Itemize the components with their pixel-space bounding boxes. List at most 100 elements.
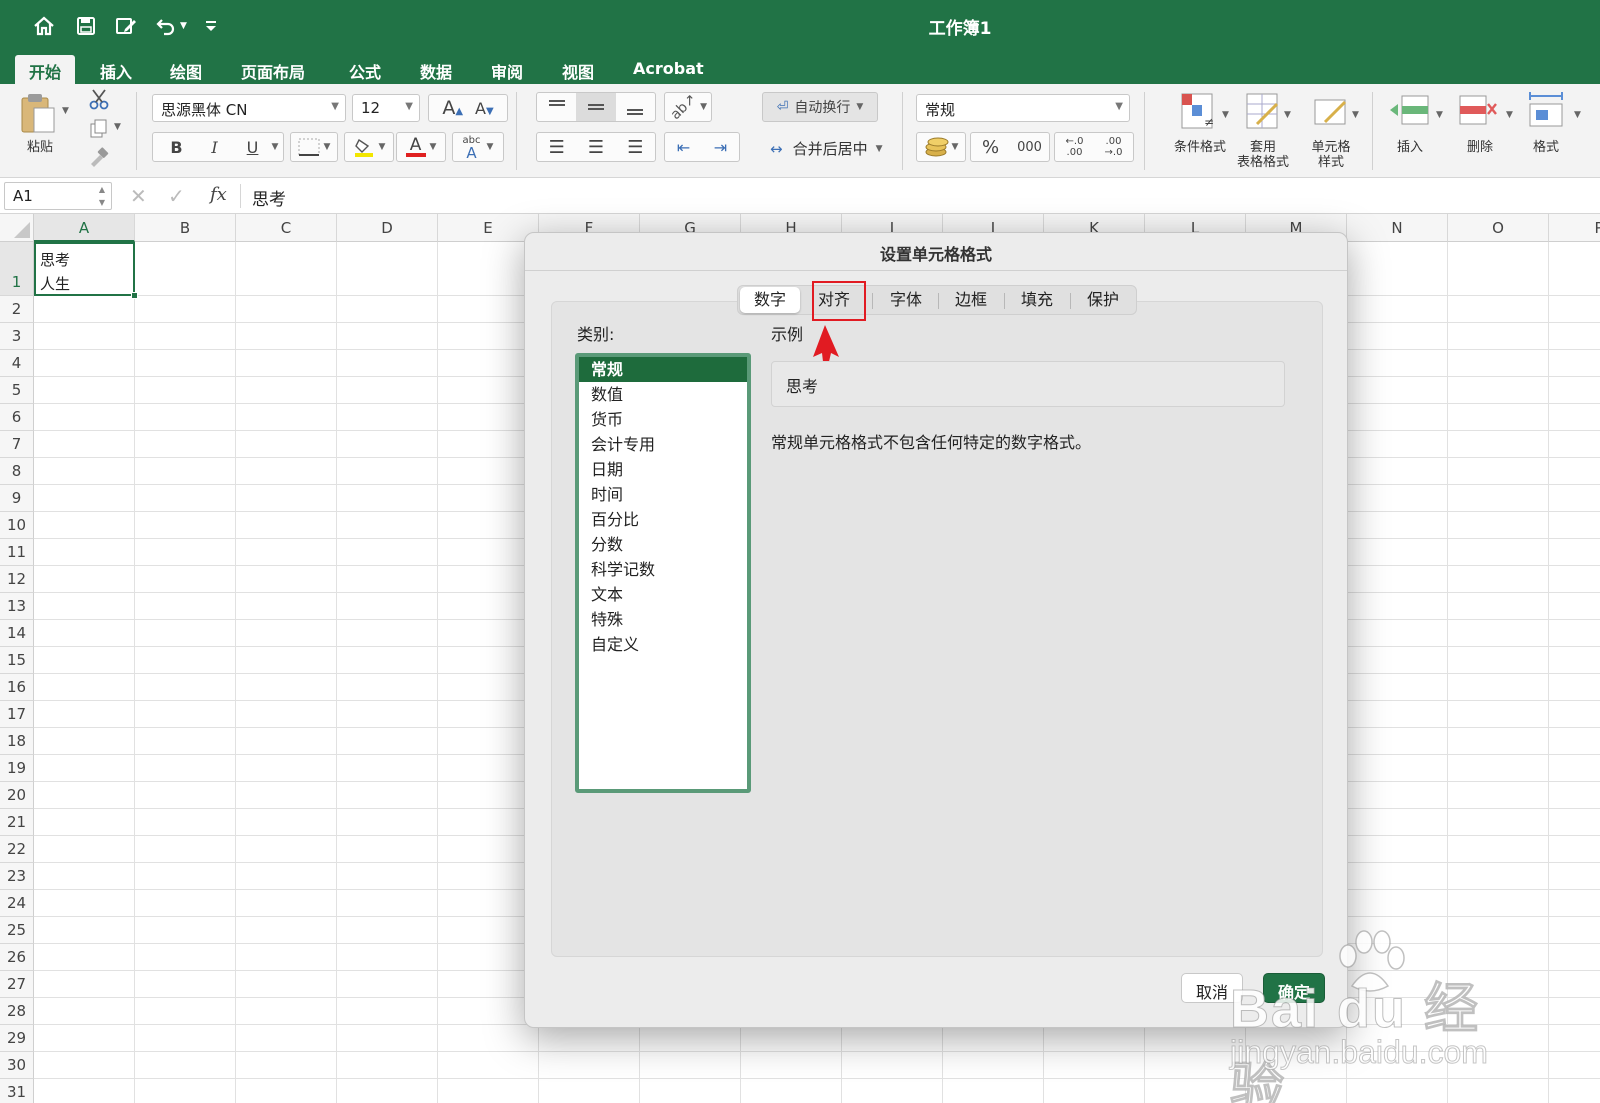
align-middle-button[interactable] (576, 93, 616, 121)
copy-dropdown-icon[interactable]: ▼ (114, 122, 121, 132)
row-header-30[interactable]: 30 (0, 1052, 34, 1079)
font-size-select[interactable]: 12 ▼ (352, 94, 420, 122)
tab-insert[interactable]: 插入 (86, 55, 146, 84)
cut-icon[interactable] (88, 88, 110, 110)
category-item-custom[interactable]: 自定义 (579, 632, 747, 657)
stepper-icon[interactable]: ▲ ▼ (99, 183, 105, 209)
cell-styles-button[interactable]: ▼ 单元格 样式 (1296, 90, 1366, 174)
font-color-button[interactable]: A ▼ (396, 132, 446, 162)
enter-icon[interactable]: ✓ (168, 184, 185, 208)
column-header-a[interactable]: A (34, 214, 135, 242)
tab-acrobat[interactable]: Acrobat (619, 55, 718, 84)
row-header-13[interactable]: 13 (0, 593, 34, 620)
underline-button[interactable]: U (234, 138, 272, 157)
italic-button[interactable]: I (196, 138, 234, 157)
shrink-font-button[interactable]: A▼ (475, 99, 494, 118)
category-item-text[interactable]: 文本 (579, 582, 747, 607)
row-header-2[interactable]: 2 (0, 296, 34, 323)
tab-protection[interactable]: 保护 (1070, 287, 1136, 313)
formula-input[interactable]: 思考 (252, 185, 286, 210)
fill-handle[interactable] (131, 292, 138, 299)
row-header-20[interactable]: 20 (0, 782, 34, 809)
name-box[interactable]: A1 ▲ ▼ (4, 182, 112, 210)
fill-color-button[interactable]: ▼ (344, 132, 394, 162)
column-header-c[interactable]: C (236, 214, 337, 242)
row-header-10[interactable]: 10 (0, 512, 34, 539)
tab-page-layout[interactable]: 页面布局 (227, 55, 319, 84)
category-item-currency[interactable]: 货币 (579, 407, 747, 432)
category-list[interactable]: 常规 数值 货币 会计专用 日期 时间 百分比 分数 科学记数 文本 特殊 自定… (575, 353, 751, 793)
category-item-general[interactable]: 常规 (579, 357, 747, 382)
row-header-8[interactable]: 8 (0, 458, 34, 485)
row-header-6[interactable]: 6 (0, 404, 34, 431)
row-header-1[interactable]: 1 (0, 242, 34, 296)
row-header-25[interactable]: 25 (0, 917, 34, 944)
category-item-scientific[interactable]: 科学记数 (579, 557, 747, 582)
category-item-number[interactable]: 数值 (579, 382, 747, 407)
font-name-select[interactable]: 思源黑体 CN ▼ (152, 94, 346, 122)
accounting-format-button[interactable]: ▼ (916, 132, 966, 162)
delete-cells-button[interactable]: ▼ 删除 (1448, 90, 1518, 174)
orientation-button[interactable]: ab↗ ▼ (664, 91, 712, 123)
align-right-button[interactable]: ☰ (616, 137, 655, 158)
cell-a1[interactable]: 思考 人生 (34, 242, 138, 299)
paste-dropdown-icon[interactable]: ▼ (62, 106, 69, 116)
row-header-7[interactable]: 7 (0, 431, 34, 458)
tab-review[interactable]: 审阅 (477, 55, 537, 84)
percent-button[interactable]: % (971, 137, 1010, 158)
row-header-12[interactable]: 12 (0, 566, 34, 593)
borders-button[interactable]: ▼ (290, 132, 338, 162)
tab-fill[interactable]: 填充 (1004, 287, 1070, 313)
column-header-o[interactable]: O (1448, 214, 1549, 242)
decrease-decimal-button[interactable]: .00 →.0 (1094, 136, 1133, 158)
insert-function-icon[interactable]: fx (210, 184, 227, 205)
row-header-16[interactable]: 16 (0, 674, 34, 701)
row-header-22[interactable]: 22 (0, 836, 34, 863)
tab-data[interactable]: 数据 (406, 55, 466, 84)
tab-number[interactable]: 数字 (740, 287, 800, 313)
row-header-5[interactable]: 5 (0, 377, 34, 404)
increase-indent-button[interactable]: ⇥ (702, 138, 739, 157)
row-header-29[interactable]: 29 (0, 1025, 34, 1052)
tab-home[interactable]: 开始 (15, 55, 76, 84)
thousands-button[interactable]: 000 (1010, 140, 1049, 155)
select-all-corner[interactable] (0, 214, 34, 242)
phonetic-button[interactable]: abc A ▼ (452, 132, 504, 162)
category-item-fraction[interactable]: 分数 (579, 532, 747, 557)
tab-formulas[interactable]: 公式 (335, 55, 395, 84)
row-header-19[interactable]: 19 (0, 755, 34, 782)
row-header-18[interactable]: 18 (0, 728, 34, 755)
tab-draw[interactable]: 绘图 (156, 55, 216, 84)
tab-view[interactable]: 视图 (548, 55, 608, 84)
align-center-button[interactable]: ☰ (576, 137, 615, 158)
format-painter-icon[interactable] (88, 146, 110, 168)
category-item-percentage[interactable]: 百分比 (579, 507, 747, 532)
tab-border[interactable]: 边框 (938, 287, 1004, 313)
insert-cells-button[interactable]: ▼ 插入 (1380, 90, 1450, 174)
column-header-n[interactable]: N (1347, 214, 1448, 242)
category-item-time[interactable]: 时间 (579, 482, 747, 507)
wrap-text-button[interactable]: ⏎ 自动换行 ▼ (762, 92, 878, 122)
column-header-p[interactable]: P (1549, 214, 1600, 242)
number-format-select[interactable]: 常规 ▼ (916, 94, 1130, 122)
format-cells-button[interactable]: ▼ 格式 (1518, 90, 1588, 174)
row-header-27[interactable]: 27 (0, 971, 34, 998)
tab-font[interactable]: 字体 (874, 287, 938, 313)
decrease-indent-button[interactable]: ⇤ (665, 138, 702, 157)
increase-decimal-button[interactable]: ←.0 .00 (1055, 136, 1094, 158)
row-header-21[interactable]: 21 (0, 809, 34, 836)
cancel-icon[interactable]: ✕ (130, 184, 147, 208)
copy-icon[interactable] (88, 118, 110, 140)
format-as-table-button[interactable]: ▼ 套用 表格格式 (1228, 90, 1298, 174)
row-header-28[interactable]: 28 (0, 998, 34, 1025)
column-header-d[interactable]: D (337, 214, 438, 242)
row-header-15[interactable]: 15 (0, 647, 34, 674)
row-header-4[interactable]: 4 (0, 350, 34, 377)
align-left-button[interactable]: ☰ (537, 137, 576, 158)
merge-center-button[interactable]: ↔ 合并后居中 ▼ (770, 138, 883, 159)
row-header-23[interactable]: 23 (0, 863, 34, 890)
row-header-26[interactable]: 26 (0, 944, 34, 971)
row-header-14[interactable]: 14 (0, 620, 34, 647)
align-bottom-button[interactable] (616, 93, 655, 121)
row-header-31[interactable]: 31 (0, 1079, 34, 1103)
